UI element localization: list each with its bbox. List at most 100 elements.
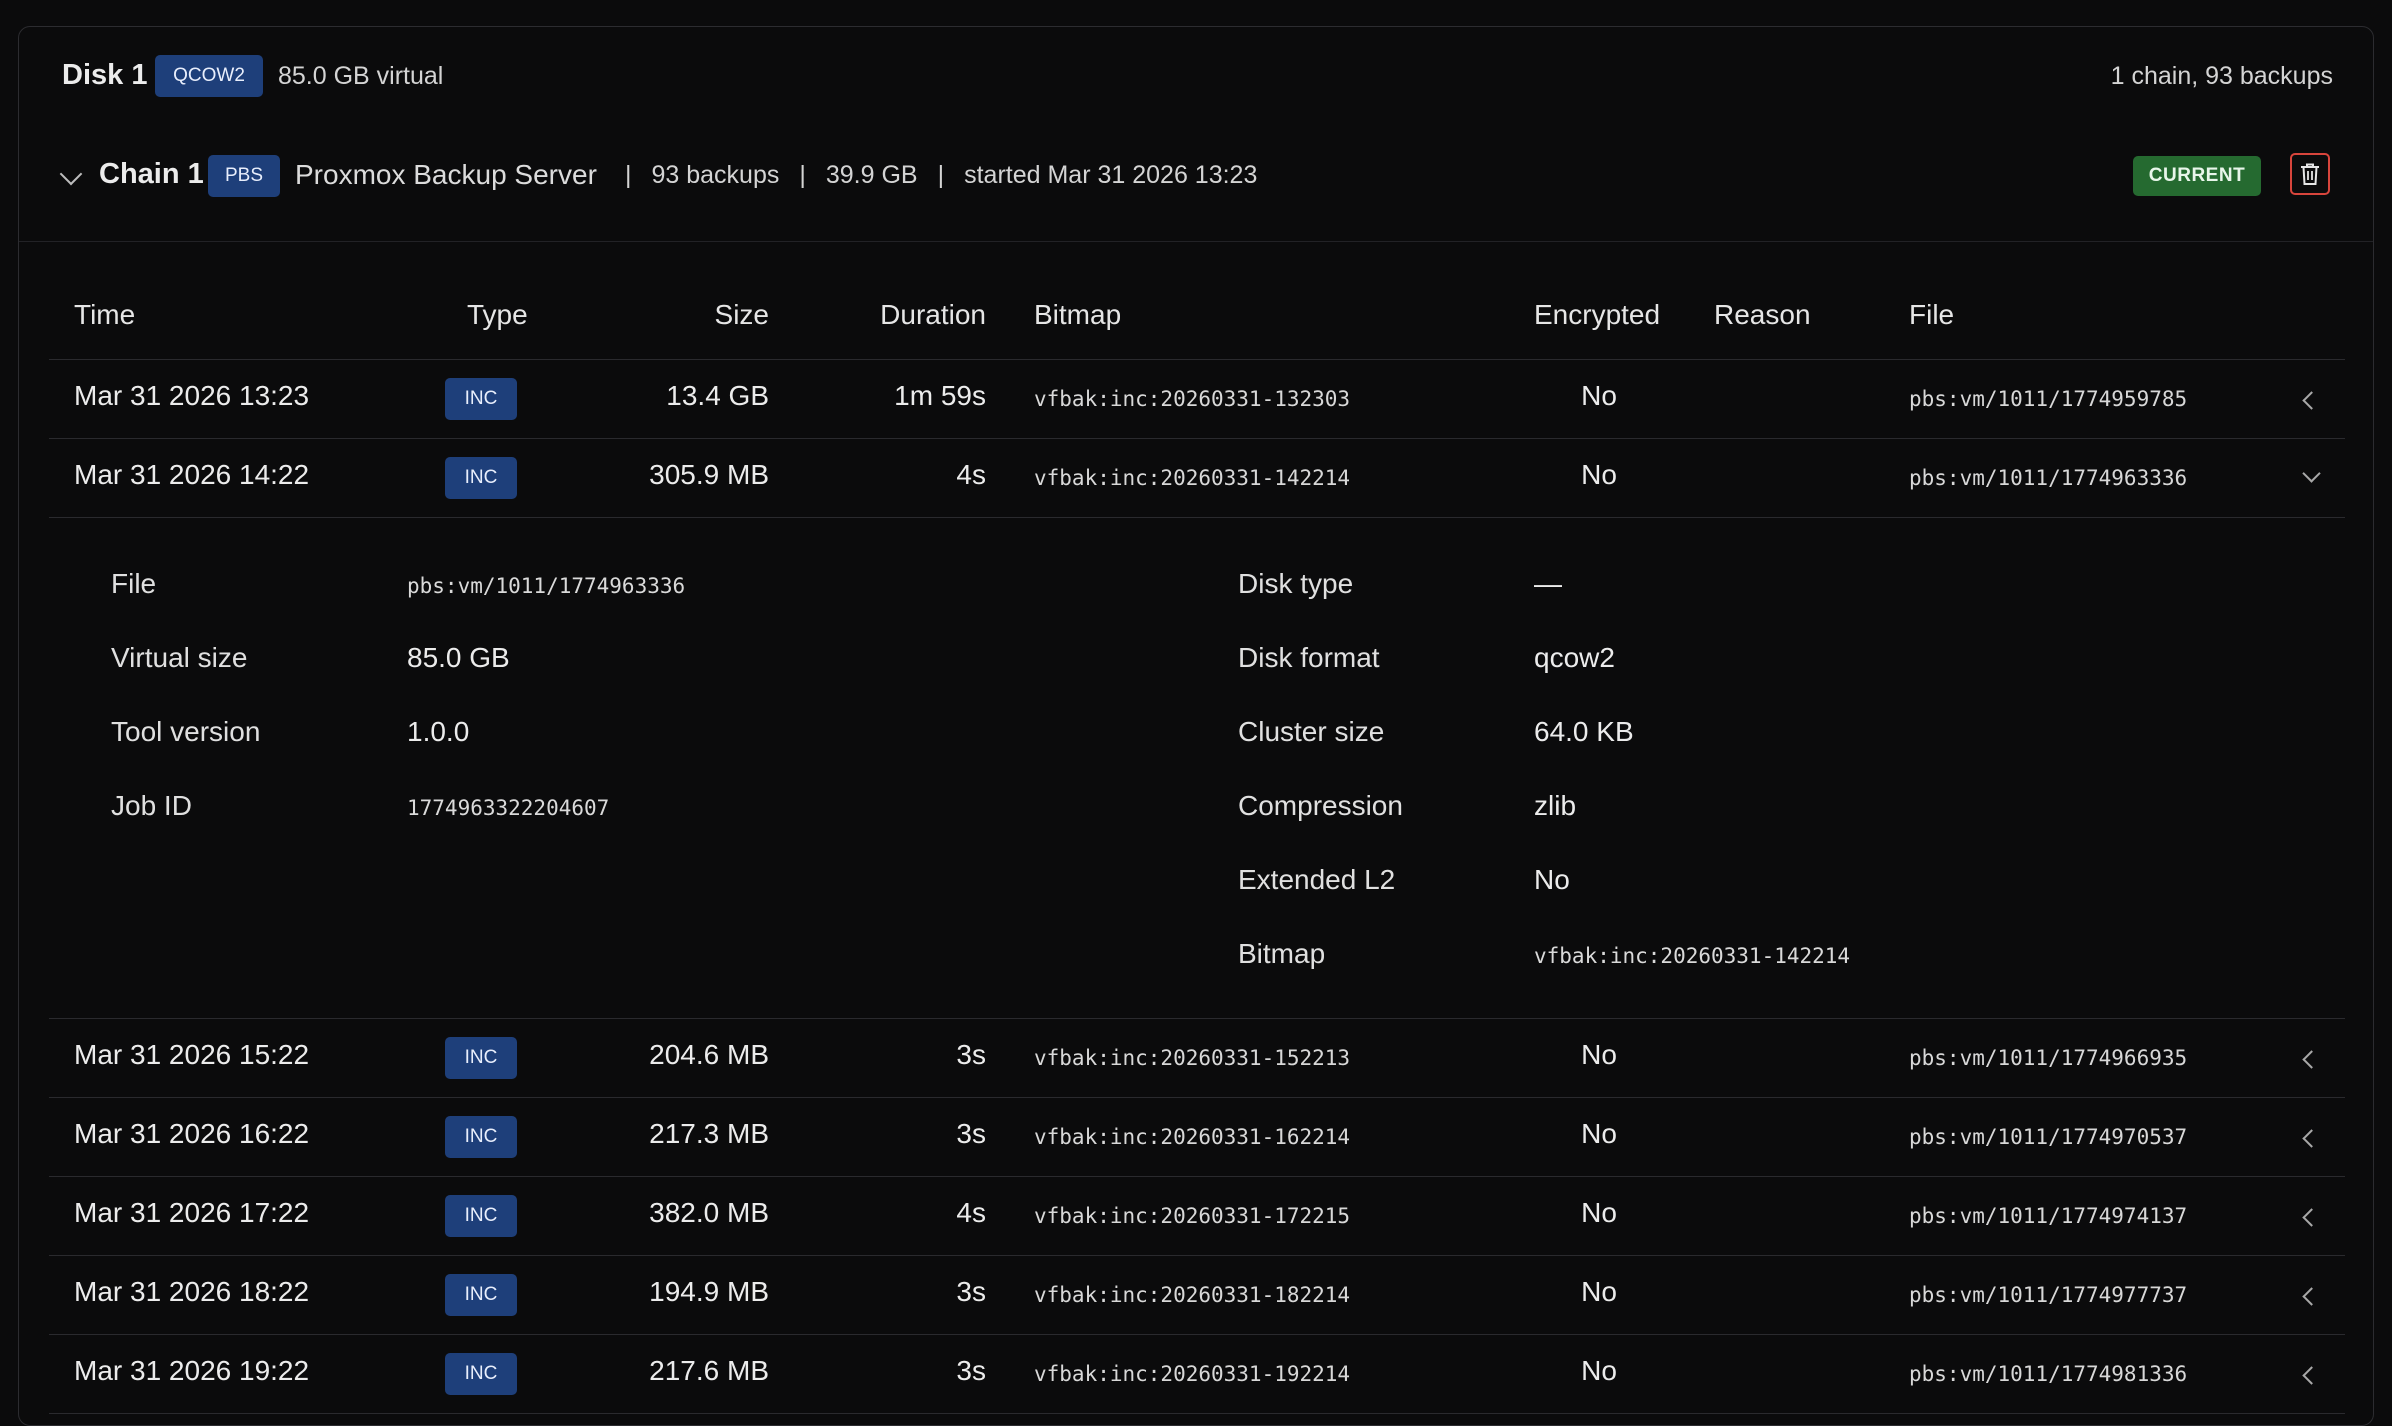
row-encrypted: No [1581, 1355, 1617, 1386]
row-time: Mar 31 2026 18:22 [74, 1276, 310, 1307]
detail-value-disk-format: qcow2 [1534, 642, 1615, 673]
row-file: pbs:vm/1011/1774974137 [1909, 1204, 2188, 1228]
detail-value-extended-l2: No [1534, 864, 1570, 895]
column-type[interactable]: Type [467, 299, 528, 331]
row-time: Mar 31 2026 13:23 [74, 380, 310, 411]
table-row[interactable]: Mar 31 2026 18:22 INC 194.9 MB 3s vfbak:… [49, 1256, 2345, 1335]
type-badge: INC [445, 378, 517, 420]
backups-table: Time Type Size Duration Bitmap Encrypted… [49, 241, 2345, 1414]
disk-virtual-size: 85.0 GB virtual [278, 62, 444, 90]
detail-label: Bitmap [1238, 938, 1326, 969]
table-row[interactable]: Mar 31 2026 16:22 INC 217.3 MB 3s vfbak:… [49, 1098, 2345, 1177]
detail-value-job-id: 1774963322204607 [407, 796, 610, 820]
row-duration: 3s [956, 1355, 986, 1386]
row-time: Mar 31 2026 16:22 [74, 1118, 310, 1149]
row-bitmap: vfbak:inc:20260331-152213 [1034, 1046, 1351, 1070]
column-encrypted[interactable]: Encrypted [1534, 299, 1660, 331]
row-encrypted: No [1581, 1118, 1617, 1149]
row-bitmap: vfbak:inc:20260331-192214 [1034, 1362, 1351, 1386]
row-file: pbs:vm/1011/1774970537 [1909, 1125, 2188, 1149]
table-header: Time Type Size Duration Bitmap Encrypted… [49, 241, 2345, 360]
row-time: Mar 31 2026 19:22 [74, 1355, 310, 1386]
separator: | [625, 161, 632, 189]
column-bitmap[interactable]: Bitmap [1034, 299, 1121, 331]
separator: | [937, 161, 945, 189]
type-badge: INC [445, 457, 517, 499]
row-size: 217.3 MB [649, 1118, 769, 1149]
column-time[interactable]: Time [74, 299, 135, 331]
chevron-down-icon[interactable] [59, 162, 83, 186]
detail-label: File [111, 568, 157, 599]
type-badge: INC [445, 1195, 517, 1237]
row-duration: 4s [956, 1197, 986, 1228]
delete-chain-button[interactable] [2290, 153, 2330, 195]
row-duration: 3s [956, 1276, 986, 1307]
chain-started: started Mar 31 2026 13:23 [964, 161, 1258, 189]
column-file[interactable]: File [1909, 299, 1954, 331]
row-file: pbs:vm/1011/1774959785 [1909, 387, 2188, 411]
disk-header: Disk 1 QCOW2 85.0 GB virtual 1 chain, 93… [19, 27, 2373, 127]
chain-stats: | 93 backups | 39.9 GB | started Mar 31 2026 … [625, 161, 1257, 190]
detail-label: Tool version [111, 716, 261, 747]
table-row[interactable]: Mar 31 2026 19:22 INC 217.6 MB 3s vfbak:… [49, 1335, 2345, 1414]
chain-type-badge: PBS [208, 155, 280, 197]
disk-panel: Disk 1 QCOW2 85.0 GB virtual 1 chain, 93… [18, 26, 2374, 1426]
row-size: 194.9 MB [649, 1276, 769, 1307]
row-file: pbs:vm/1011/1774966935 [1909, 1046, 2188, 1070]
current-badge: CURRENT [2133, 156, 2261, 196]
row-encrypted: No [1581, 459, 1617, 490]
type-badge: INC [445, 1116, 517, 1158]
column-duration[interactable]: Duration [809, 299, 986, 331]
chevron-left-icon[interactable] [2302, 1287, 2321, 1306]
chevron-left-icon[interactable] [2302, 1129, 2321, 1148]
chain-backup-count: 93 backups [651, 161, 780, 189]
row-encrypted: No [1581, 1197, 1617, 1228]
trash-icon [2301, 163, 2319, 185]
column-reason[interactable]: Reason [1714, 299, 1811, 331]
chain-server: Proxmox Backup Server [295, 159, 597, 190]
column-size[interactable]: Size [609, 299, 769, 331]
chevron-down-icon[interactable] [2302, 464, 2321, 483]
table-row[interactable]: Mar 31 2026 15:22 INC 204.6 MB 3s vfbak:… [49, 1019, 2345, 1098]
chain-header[interactable]: Chain 1 PBS Proxmox Backup Server | 93 ba… [19, 127, 2373, 242]
row-file: pbs:vm/1011/1774977737 [1909, 1283, 2188, 1307]
disk-summary: 1 chain, 93 backups [2110, 62, 2333, 90]
detail-value-tool-version: 1.0.0 [407, 716, 470, 747]
table-row[interactable]: Mar 31 2026 17:22 INC 382.0 MB 4s vfbak:… [49, 1177, 2345, 1256]
detail-value-file: pbs:vm/1011/1774963336 [407, 574, 686, 598]
row-size: 204.6 MB [649, 1039, 769, 1070]
detail-label: Extended L2 [1238, 864, 1396, 895]
detail-value-cluster-size: 64.0 KB [1534, 716, 1634, 747]
row-bitmap: vfbak:inc:20260331-172215 [1034, 1204, 1351, 1228]
row-size: 305.9 MB [649, 459, 769, 490]
chain-size: 39.9 GB [825, 161, 918, 189]
disk-title: Disk 1 [62, 59, 148, 91]
detail-value-disk-type: — [1534, 568, 1562, 599]
chevron-left-icon[interactable] [2302, 1208, 2321, 1227]
type-badge: INC [445, 1353, 517, 1395]
row-duration: 3s [956, 1118, 986, 1149]
chevron-left-icon[interactable] [2302, 1366, 2321, 1385]
row-size: 13.4 GB [666, 380, 769, 411]
type-badge: INC [445, 1274, 517, 1316]
row-time: Mar 31 2026 17:22 [74, 1197, 310, 1228]
row-duration: 1m 59s [894, 380, 986, 411]
separator: | [799, 161, 806, 189]
row-encrypted: No [1581, 380, 1617, 411]
detail-label: Job ID [111, 790, 192, 821]
backup-details: File pbs:vm/1011/1774963336 Virtual size… [49, 518, 2345, 1019]
row-encrypted: No [1581, 1276, 1617, 1307]
row-file: pbs:vm/1011/1774963336 [1909, 466, 2188, 490]
detail-label: Compression [1238, 790, 1403, 821]
detail-label: Virtual size [111, 642, 248, 673]
detail-label: Disk type [1238, 568, 1354, 599]
row-bitmap: vfbak:inc:20260331-132303 [1034, 387, 1351, 411]
chevron-left-icon[interactable] [2302, 391, 2321, 410]
row-size: 382.0 MB [649, 1197, 769, 1228]
row-duration: 4s [956, 459, 986, 490]
table-row-expanded[interactable]: Mar 31 2026 14:22 INC 305.9 MB 4s vfbak:… [49, 439, 2345, 518]
detail-value-virtual-size: 85.0 GB [407, 642, 510, 673]
row-time: Mar 31 2026 15:22 [74, 1039, 310, 1070]
table-row[interactable]: Mar 31 2026 13:23 INC 13.4 GB 1m 59s vfb… [49, 360, 2345, 439]
chevron-left-icon[interactable] [2302, 1050, 2321, 1069]
